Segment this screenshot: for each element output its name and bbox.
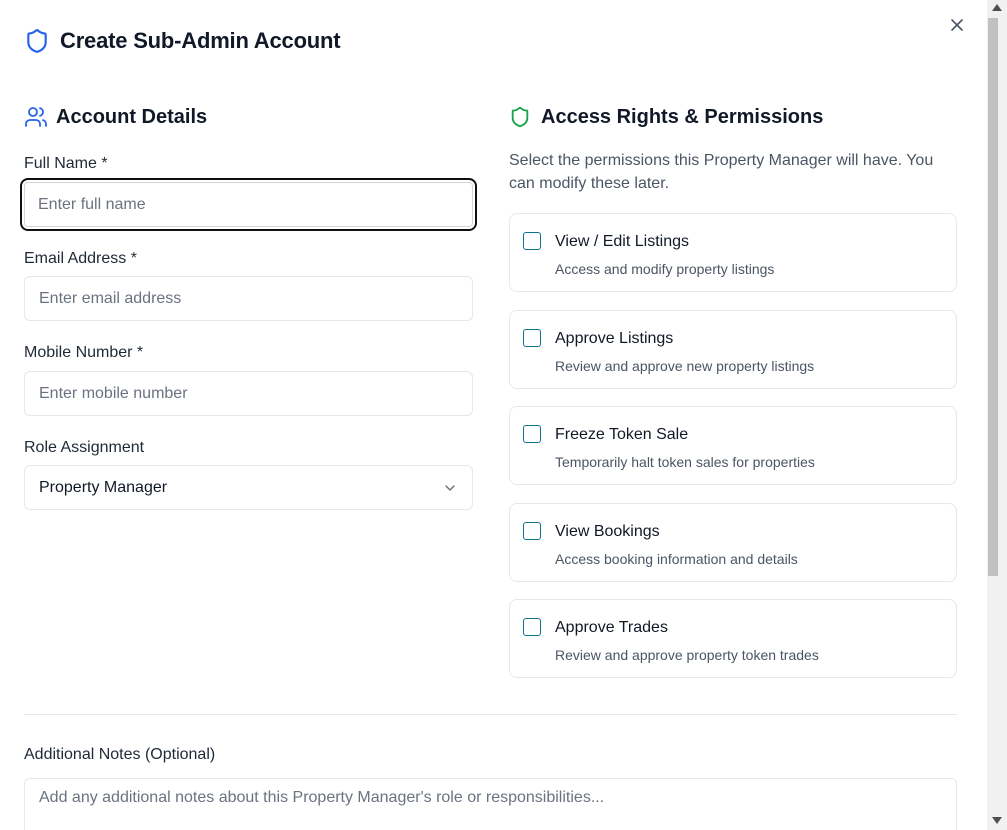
section-divider — [24, 714, 957, 715]
permission-subtitle: Review and approve new property listings — [555, 358, 815, 374]
account-details-title: Account Details — [56, 105, 208, 128]
permission-checkbox[interactable] — [523, 232, 541, 250]
permission-view-bookings[interactable]: View Bookings Access booking information… — [509, 503, 957, 582]
vertical-scrollbar[interactable] — [987, 0, 1007, 830]
permission-approve-listings[interactable]: Approve Listings Review and approve new … — [509, 310, 957, 389]
account-details-heading: Account Details — [24, 103, 207, 131]
permission-title: View Bookings — [555, 523, 660, 540]
mobile-label: Mobile Number * — [24, 344, 144, 361]
shield-check-icon — [509, 105, 533, 129]
dialog-header: Create Sub-Admin Account — [24, 26, 341, 56]
permission-checkbox[interactable] — [523, 329, 541, 347]
role-select[interactable]: Property Manager — [24, 465, 473, 510]
permission-subtitle: Review and approve property token trades — [555, 647, 819, 663]
shield-icon — [24, 28, 50, 54]
permissions-heading: Access Rights & Permissions — [509, 103, 823, 131]
create-sub-admin-dialog: Create Sub-Admin Account Account Details… — [0, 0, 987, 830]
permission-subtitle: Access booking information and details — [555, 551, 798, 567]
notes-textarea[interactable] — [24, 778, 957, 830]
permission-title: Freeze Token Sale — [555, 426, 689, 443]
permissions-title: Access Rights & Permissions — [541, 105, 824, 128]
permission-title: Approve Listings — [555, 330, 674, 347]
users-icon — [24, 105, 48, 129]
close-button[interactable] — [946, 14, 968, 36]
notes-label: Additional Notes (Optional) — [24, 746, 216, 763]
permission-view-edit-listings[interactable]: View / Edit Listings Access and modify p… — [509, 213, 957, 292]
full-name-label: Full Name * — [24, 155, 108, 172]
permission-title: Approve Trades — [555, 619, 668, 636]
permission-checkbox[interactable] — [523, 618, 541, 636]
scroll-down-arrow-icon[interactable] — [992, 817, 1002, 824]
permission-checkbox[interactable] — [523, 522, 541, 540]
chevron-down-icon — [442, 480, 458, 496]
mobile-input[interactable] — [24, 371, 473, 416]
permission-title: View / Edit Listings — [555, 233, 689, 250]
role-select-value: Property Manager — [39, 478, 168, 496]
role-label: Role Assignment — [24, 439, 145, 456]
scroll-up-arrow-icon[interactable] — [992, 4, 1002, 11]
permission-freeze-token-sale[interactable]: Freeze Token Sale Temporarily halt token… — [509, 406, 957, 485]
scrollbar-thumb[interactable] — [988, 18, 998, 576]
permissions-description: Select the permissions this Property Man… — [509, 152, 934, 192]
permission-subtitle: Access and modify property listings — [555, 261, 775, 277]
full-name-input[interactable] — [20, 178, 477, 231]
permission-approve-trades[interactable]: Approve Trades Review and approve proper… — [509, 599, 957, 678]
close-icon — [951, 19, 963, 31]
permission-checkbox[interactable] — [523, 425, 541, 443]
email-input[interactable] — [24, 276, 473, 321]
dialog-title: Create Sub-Admin Account — [60, 28, 341, 53]
email-label: Email Address * — [24, 250, 137, 267]
permission-subtitle: Temporarily halt token sales for propert… — [555, 454, 815, 470]
